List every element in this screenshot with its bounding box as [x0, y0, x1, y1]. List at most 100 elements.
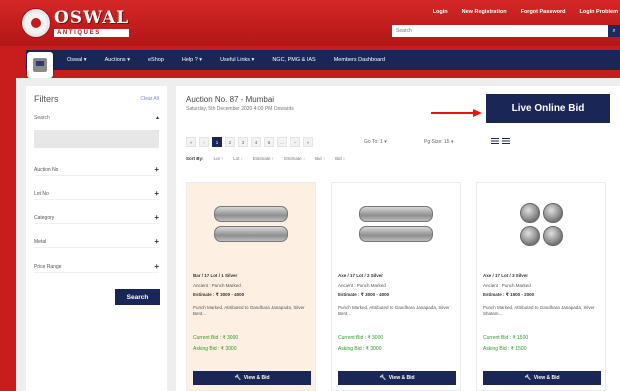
lot-description: Punch Marked, Attributed to Gandhara Jan…: [193, 305, 305, 317]
sort-bid-asc[interactable]: Bid ↑: [315, 156, 325, 161]
chevron-up-icon[interactable]: ▴: [156, 114, 159, 121]
auction-date: Saturday, 5th December 2020 4:00 PM Onwa…: [186, 106, 294, 112]
asking-bid: Asking Bid : ₹ 3000: [338, 346, 382, 352]
page-ellipsis: ...: [277, 137, 287, 147]
view-bid-button[interactable]: 🔨︎ View & Bid: [338, 371, 456, 385]
nav-members-dashboard[interactable]: Members Dashboard: [334, 57, 385, 63]
filter-label: Category: [34, 214, 55, 221]
sort-estimate-asc[interactable]: Estimate ↑: [253, 156, 274, 161]
round-coin: [519, 202, 540, 223]
view-bid-label: View & Bid: [388, 375, 415, 381]
lot-line: Axe / 17 Lot / 2 Silver: [338, 273, 384, 278]
coin-image[interactable]: [482, 188, 600, 260]
grid-view-icon[interactable]: [491, 138, 499, 145]
round-coins: [519, 202, 563, 246]
login-problem-link[interactable]: Login Problem: [580, 9, 619, 15]
auction-main: Auction No. 87 - Mumbai Saturday, 5th De…: [176, 86, 620, 391]
logo-name: OSWAL: [54, 7, 130, 28]
current-bid: Current Bid : ₹ 3000: [338, 335, 384, 341]
filter-search-button[interactable]: Search: [115, 289, 160, 305]
filter-metal[interactable]: Metal +: [34, 236, 159, 248]
lot-card[interactable]: Bar / 17 Lot / 1 Silver Ancient : Punch …: [186, 182, 316, 391]
nav-auctions[interactable]: Auctions ▾: [105, 57, 130, 63]
round-coin: [519, 225, 540, 246]
lot-card[interactable]: Axe / 17 Lot / 2 Silver Ancient : Punch …: [331, 182, 461, 391]
site-logo[interactable]: OSWAL ANTIQUES: [22, 6, 130, 40]
search-icon[interactable]: ⌕: [608, 25, 620, 37]
lot-line: Bar / 17 Lot / 1 Silver: [193, 273, 238, 278]
sort-lot-asc[interactable]: Lot ↑: [214, 156, 224, 161]
sort-lot-desc[interactable]: Lot ↓: [233, 156, 243, 161]
filter-auction-no[interactable]: Auction No +: [34, 164, 159, 176]
nav-help[interactable]: Help ? ▾: [182, 57, 202, 63]
goto-select[interactable]: Go To: 1 ▾: [364, 139, 387, 145]
page-3-button[interactable]: 3: [238, 137, 248, 147]
lot-card[interactable]: Axe / 17 Lot / 3 Silver Ancient : Punch …: [476, 182, 606, 391]
nav-eshop[interactable]: eShop: [148, 57, 164, 63]
coin-image[interactable]: [192, 188, 310, 260]
plus-icon[interactable]: +: [154, 262, 159, 271]
nav-ngc-pmg[interactable]: NGC, PMG & IAS: [272, 57, 315, 63]
nav-useful-links[interactable]: Useful Links ▾: [220, 57, 254, 63]
live-online-bid-button[interactable]: Live Online Bid: [486, 94, 610, 123]
auction-title: Auction No. 87 - Mumbai: [186, 95, 275, 104]
sort-bar: Sort By: Lot ↑ Lot ↓ Estimate ↑ Estimate…: [186, 156, 345, 161]
bar-coin-back: [214, 226, 288, 242]
lot-category: Ancient : Punch Marked: [193, 283, 241, 288]
view-bid-button[interactable]: 🔨︎ View & Bid: [193, 371, 311, 385]
round-coin: [542, 202, 563, 223]
filter-search-input[interactable]: [34, 130, 159, 148]
forgot-password-link[interactable]: Forgot Password: [521, 9, 566, 15]
header-search-input[interactable]: [392, 25, 608, 37]
next-page-button[interactable]: ›: [290, 137, 300, 147]
filter-label: Auction No: [34, 166, 59, 173]
login-link[interactable]: Login: [433, 9, 448, 15]
home-icon[interactable]: [27, 52, 53, 78]
gavel-icon: 🔨︎: [379, 375, 386, 381]
bar-coin-front: [359, 206, 433, 222]
lot-estimate: Estimate : ₹ 3000 - 4000: [193, 292, 245, 297]
lot-description: Punch Marked, Attributed to Gandhara Jan…: [338, 305, 450, 317]
filter-category[interactable]: Category +: [34, 212, 159, 224]
lot-estimate: Estimate : ₹ 1500 - 2000: [483, 292, 535, 297]
register-link[interactable]: New Registration: [462, 9, 507, 15]
sort-bid-desc[interactable]: Bid ↓: [335, 156, 345, 161]
first-page-button[interactable]: «: [186, 137, 196, 147]
nav-menu: Oswal ▾ Auctions ▾ eShop Help ? ▾ Useful…: [67, 50, 385, 70]
lot-category: Ancient : Punch Marked: [483, 283, 531, 288]
header-search: ⌕: [392, 25, 620, 37]
bar-coin-back: [359, 226, 433, 242]
filter-price-range[interactable]: Price Range +: [34, 261, 159, 273]
page-4-button[interactable]: 4: [251, 137, 261, 147]
plus-icon[interactable]: +: [154, 189, 159, 198]
page-1-button[interactable]: 1: [212, 137, 222, 147]
current-bid: Current Bid : ₹ 1500: [483, 335, 529, 341]
plus-icon[interactable]: +: [154, 165, 159, 174]
page-size-select[interactable]: Pg Size: 15 ▾: [424, 139, 453, 145]
plus-icon[interactable]: +: [154, 237, 159, 246]
prev-page-button[interactable]: ‹: [199, 137, 209, 147]
page-5-button[interactable]: 5: [264, 137, 274, 147]
last-page-button[interactable]: »: [303, 137, 313, 147]
logo-text: OSWAL ANTIQUES: [54, 7, 130, 37]
lot-description: Punch Marked, Attributed to Gandhara Jan…: [483, 305, 595, 317]
nav-oswal[interactable]: Oswal ▾: [67, 57, 87, 63]
filters-sidebar: Filters Clear All Search ▴ Auction No + L…: [26, 86, 167, 391]
sort-estimate-desc[interactable]: Estimate ↓: [284, 156, 305, 161]
current-bid: Current Bid : ₹ 3000: [193, 335, 239, 341]
filters-title: Filters: [34, 94, 59, 104]
filter-label: Lot No: [34, 190, 49, 197]
logo-emblem-icon: [22, 9, 50, 37]
filter-lot-no[interactable]: Lot No +: [34, 188, 159, 200]
view-bid-button[interactable]: 🔨︎ View & Bid: [483, 371, 601, 385]
plus-icon[interactable]: +: [154, 213, 159, 222]
view-bid-label: View & Bid: [243, 375, 270, 381]
logo-sub: ANTIQUES: [54, 28, 130, 37]
list-view-icon[interactable]: [502, 138, 510, 145]
lot-line: Axe / 17 Lot / 3 Silver: [483, 273, 529, 278]
coin-image[interactable]: [337, 188, 455, 260]
gavel-icon: 🔨︎: [234, 375, 241, 381]
page-2-button[interactable]: 2: [225, 137, 235, 147]
clear-all-link[interactable]: Clear All: [140, 96, 159, 102]
asking-bid: Asking Bid : ₹ 3000: [193, 346, 237, 352]
